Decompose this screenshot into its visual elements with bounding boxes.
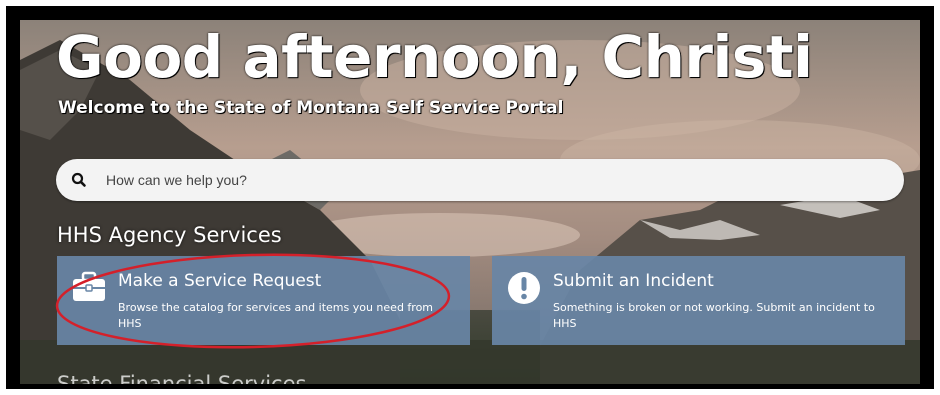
card-title: Submit an Incident [553, 271, 714, 291]
search-icon [71, 172, 86, 187]
search-bar[interactable] [56, 159, 904, 201]
welcome-subtitle: Welcome to the State of Montana Self Ser… [58, 98, 564, 118]
hero-banner: Good afternoon, Christi Welcome to the S… [20, 20, 920, 384]
card-description: Something is broken or not working. Subm… [553, 301, 875, 330]
card-title: Make a Service Request [118, 271, 322, 291]
search-input[interactable] [106, 159, 866, 201]
card-description: Browse the catalog for services and item… [118, 301, 434, 330]
section-title-hhs: HHS Agency Services [57, 223, 282, 247]
make-service-request-card[interactable]: Make a Service Request Browse the catalo… [57, 256, 470, 345]
greeting-heading: Good afternoon, Christi [56, 23, 813, 91]
section-title-financial: State Financial Services [57, 372, 307, 384]
briefcase-icon [73, 271, 105, 301]
submit-incident-card[interactable]: Submit an Incident Something is broken o… [492, 256, 905, 345]
exclamation-icon [508, 272, 540, 304]
